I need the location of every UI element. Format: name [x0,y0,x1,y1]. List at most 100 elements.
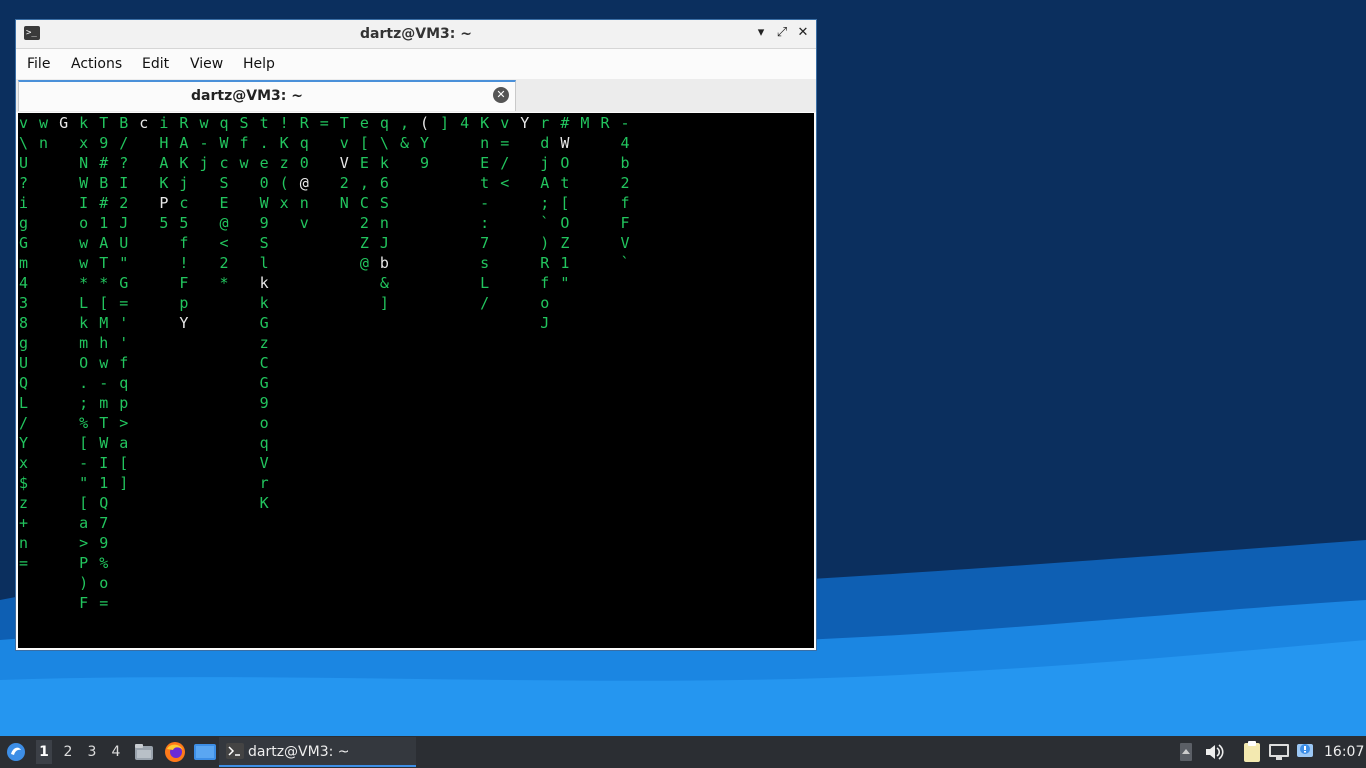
matrix-char: h [99,334,108,352]
matrix-char: [ [79,434,88,452]
matrix-char: ; [79,394,88,412]
matrix-char: j [199,154,208,172]
matrix-char: O [560,214,569,232]
app-menu-icon[interactable] [6,742,26,762]
menu-file[interactable]: File [27,56,50,72]
file-manager-icon[interactable] [134,742,154,762]
matrix-char: W [560,134,570,152]
terminal-area[interactable]: v \ U? i g Gm 4 3 8 g U Q L / Yx $ z + n = w n Gk x N W Io w w * Lk m O.… [18,113,814,648]
matrix-char: w [39,114,49,132]
matrix-char: - [199,134,208,152]
matrix-char: n [300,194,309,212]
matrix-char: k [79,314,88,332]
matrix-char: G [59,114,68,132]
matrix-char: 8 [19,314,28,332]
matrix-char: f [179,234,188,252]
firefox-icon[interactable] [164,741,186,763]
matrix-char: / [119,134,128,152]
matrix-char: Q [19,374,28,392]
matrix-char: U [119,234,128,252]
matrix-char: b [380,254,389,272]
close-button[interactable]: ✕ [794,24,812,42]
workspace-2[interactable]: 2 [60,744,76,760]
matrix-char: ` [540,214,549,232]
matrix-char: K [280,134,289,152]
matrix-char: Y [179,314,188,332]
matrix-char: " [79,474,88,492]
clipboard-icon[interactable] [1241,740,1263,764]
window-title: dartz@VM3: ~ [360,26,472,42]
menu-actions[interactable]: Actions [71,56,122,72]
matrix-char: N [340,194,349,212]
matrix-char: , [360,174,369,192]
matrix-char: 0 [260,174,269,192]
matrix-char: V [621,234,630,252]
matrix-char: P [79,554,88,572]
matrix-char: 7 [480,234,489,252]
volume-icon[interactable] [1204,742,1224,762]
maximize-button[interactable]: ⤢ [773,24,791,42]
matrix-char: 1 [560,254,569,272]
matrix-char: n [380,214,389,232]
matrix-char: 5 [159,214,168,232]
matrix-char: f [621,194,630,212]
tray-arrow-icon[interactable] [1180,743,1192,761]
workspace-3[interactable]: 3 [84,744,100,760]
matrix-char: > [119,414,128,432]
matrix-char: b [621,154,630,172]
menu-view[interactable]: View [190,56,223,72]
matrix-char: j [179,174,188,192]
window-titlebar[interactable]: >_ dartz@VM3: ~ ▾ ⤢ ✕ [16,20,816,49]
tab-terminal[interactable]: dartz@VM3: ~ ✕ [18,80,516,111]
workspace-4[interactable]: 4 [108,744,124,760]
matrix-char: - [621,114,630,132]
matrix-char: S [240,114,249,132]
matrix-char: p [179,294,188,312]
matrix-char: 2 [220,254,229,272]
matrix-char: o [260,414,269,432]
matrix-char: f [240,134,249,152]
matrix-char: L [79,294,88,312]
matrix-char: ' [119,334,128,352]
matrix-char: W [260,194,270,212]
matrix-char: f [540,274,549,292]
matrix-char: [ [560,194,569,212]
matrix-char: B [99,174,108,192]
taskbar: 1 2 3 4 dartz@VM3: ~ 16:07 [0,736,1366,768]
matrix-char: J [380,234,389,252]
matrix-char: K [480,114,489,132]
matrix-char: R [600,114,610,132]
matrix-char: @ [220,214,229,232]
matrix-char: @ [360,254,369,272]
matrix-char: 7 [99,514,108,532]
matrix-char: + [19,514,28,532]
matrix-char: T [99,114,108,132]
menu-edit[interactable]: Edit [142,56,169,72]
matrix-char: l [260,254,269,272]
matrix-char: T [340,114,349,132]
matrix-char: 4 [460,114,469,132]
matrix-char: M [580,114,589,132]
matrix-char: & [380,274,389,292]
matrix-char: [ [360,134,369,152]
matrix-char: c [139,114,148,132]
matrix-char: 5 [179,214,188,232]
matrix-char: : [480,214,489,232]
matrix-char: - [99,374,108,392]
matrix-char: F [179,274,188,292]
matrix-char: q [260,434,269,452]
menu-help[interactable]: Help [243,56,275,72]
matrix-char: = [99,594,108,612]
matrix-char: # [560,114,569,132]
notification-icon[interactable] [1295,741,1315,761]
matrix-char: S [220,174,229,192]
matrix-char: ( [280,174,289,192]
minimize-button[interactable]: ▾ [752,24,770,42]
matrix-char: q [220,114,229,132]
network-icon[interactable] [1268,742,1290,762]
matrix-char: O [79,354,88,372]
workspace-1[interactable]: 1 [36,740,52,764]
show-desktop-icon[interactable] [194,743,216,761]
tab-close-icon[interactable]: ✕ [493,87,509,103]
matrix-char: % [99,554,108,572]
